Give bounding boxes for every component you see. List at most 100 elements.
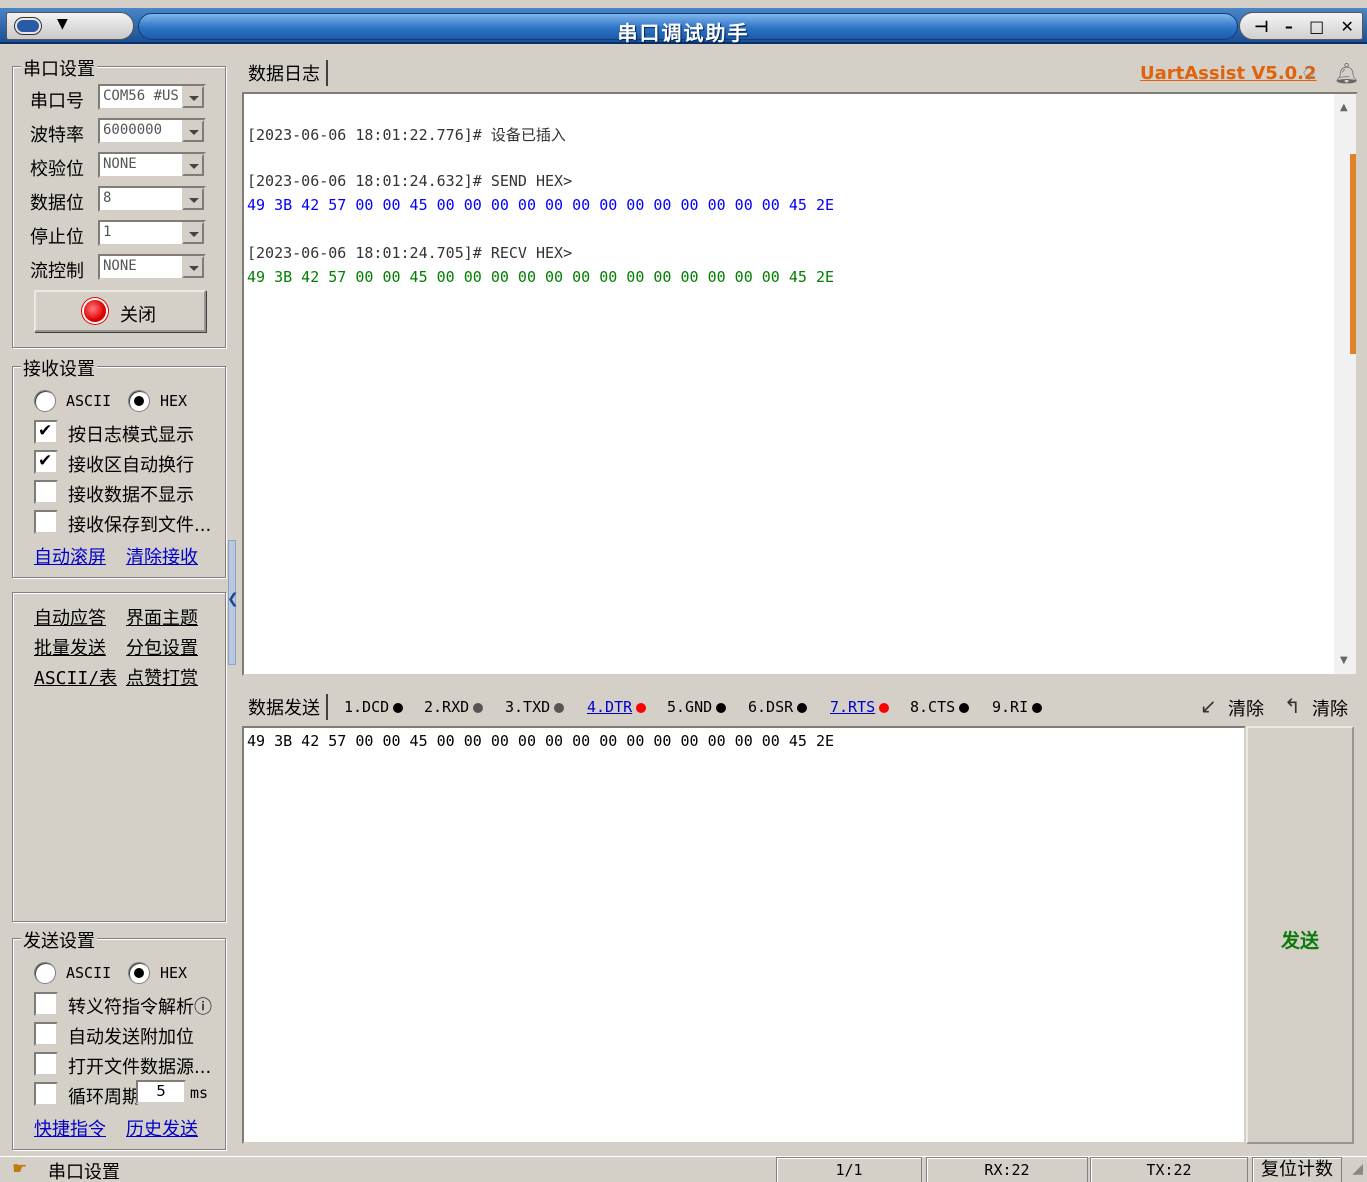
- minimize-button[interactable]: –: [1285, 17, 1293, 36]
- collapse-left-icon[interactable]: ❮: [227, 591, 239, 607]
- pin-status-item[interactable]: 4.DTR: [587, 698, 647, 716]
- port-row-value: NONE: [103, 258, 137, 274]
- tab-data-send[interactable]: 数据发送: [242, 694, 328, 720]
- pin-label: 6.DSR: [748, 698, 794, 716]
- dropdown-arrow-icon[interactable]: [182, 154, 204, 176]
- clear-send-icon[interactable]: ↙: [1200, 694, 1217, 718]
- pin-indicator-icon: [716, 702, 727, 713]
- reset-count-button[interactable]: 复位计数: [1252, 1157, 1342, 1182]
- port-row-value: 1: [103, 224, 112, 240]
- port-row-label: 波特率: [30, 125, 84, 146]
- port-row-select[interactable]: COM56 #US: [98, 84, 206, 110]
- send-option-checkbox[interactable]: [34, 1082, 58, 1106]
- pin-label: 5.GND: [667, 698, 713, 716]
- scroll-thumb[interactable]: [1350, 154, 1356, 354]
- version-link[interactable]: UartAssist V5.0.2: [1140, 63, 1317, 84]
- send-settings-title: 发送设置: [21, 927, 97, 953]
- port-row-select[interactable]: NONE: [98, 152, 206, 178]
- send-hex-radio[interactable]: [128, 962, 150, 984]
- status-tx-count: TX:22: [1090, 1157, 1248, 1182]
- port-row-value: NONE: [103, 156, 137, 172]
- tool-link[interactable]: 界面主题: [126, 604, 198, 630]
- log-line: [2023-06-06 18:01:22.776]# 设备已插入: [247, 126, 566, 144]
- dropdown-arrow-icon[interactable]: [182, 222, 204, 244]
- window-title: 串口调试助手: [617, 21, 750, 45]
- tool-link[interactable]: 点赞打赏: [126, 664, 198, 690]
- recv-option-checkbox[interactable]: [34, 510, 58, 534]
- panel-splitter[interactable]: ❮: [227, 540, 239, 665]
- clear-all-button[interactable]: 清除: [1312, 695, 1348, 721]
- tool-link[interactable]: ASCII/表: [34, 664, 117, 690]
- send-option-checkbox[interactable]: [34, 1022, 58, 1046]
- pin-indicator-icon: [554, 702, 565, 713]
- send-hex-label: HEX: [160, 964, 188, 982]
- send-option-checkbox-label: 打开文件数据源...: [68, 1057, 212, 1078]
- pin-label: 9.RI: [992, 698, 1029, 716]
- recv-option-checkbox-label: 接收区自动换行: [68, 455, 194, 476]
- port-row-select[interactable]: 1: [98, 220, 206, 246]
- log-line: [2023-06-06 18:01:24.705]# RECV HEX>: [247, 244, 573, 262]
- pin-label: 7.RTS: [830, 698, 876, 716]
- send-option-checkbox[interactable]: [34, 992, 58, 1016]
- pin-indicator-icon: [1032, 702, 1043, 713]
- shortcut-commands-link[interactable]: 快捷指令: [34, 1115, 106, 1141]
- tab-data-log[interactable]: 数据日志: [242, 60, 328, 86]
- dropdown-arrow-icon[interactable]: [182, 120, 204, 142]
- auto-scroll-link[interactable]: 自动滚屏: [34, 543, 106, 569]
- port-row-select[interactable]: NONE: [98, 254, 206, 280]
- hand-pointer-icon: ☛: [12, 1159, 28, 1179]
- tool-link[interactable]: 分包设置: [126, 634, 198, 660]
- period-unit: ms: [190, 1084, 209, 1102]
- clear-recv-link[interactable]: 清除接收: [126, 543, 198, 569]
- recv-ascii-label: ASCII: [66, 392, 112, 410]
- pin-status-item: 5.GND: [667, 698, 727, 716]
- status-bar: ☛ 串口设置 1/1 RX:22 TX:22 复位计数 ◢: [0, 1156, 1367, 1182]
- recv-option-checkbox-label: 按日志模式显示: [68, 425, 194, 446]
- period-value: 5: [156, 1082, 166, 1100]
- send-button[interactable]: 发送: [1246, 726, 1354, 1144]
- receive-log-area[interactable]: [2023-06-06 18:01:22.776]# 设备已插入 [2023-06…: [242, 92, 1358, 676]
- period-input[interactable]: 5: [136, 1080, 186, 1104]
- pin-icon[interactable]: ⊣: [1254, 17, 1269, 36]
- clear-send-button[interactable]: 清除: [1228, 695, 1264, 721]
- send-input-area[interactable]: 49 3B 42 57 00 00 45 00 00 00 00 00 00 0…: [242, 726, 1246, 1144]
- log-scrollbar[interactable]: ▲ ▼: [1334, 94, 1356, 674]
- tool-link[interactable]: 批量发送: [34, 634, 106, 660]
- send-option-checkbox[interactable]: [34, 1052, 58, 1076]
- pin-label: 4.DTR: [587, 698, 633, 716]
- pin-status-item[interactable]: 7.RTS: [830, 698, 890, 716]
- recv-ascii-radio[interactable]: [34, 390, 56, 412]
- pin-status-item: 8.CTS: [910, 698, 970, 716]
- pin-status-item: 1.DCD: [344, 698, 404, 716]
- status-rx-count: RX:22: [926, 1157, 1088, 1182]
- recv-option-checkbox[interactable]: [34, 480, 58, 504]
- close-button[interactable]: ✕: [1340, 17, 1353, 36]
- bell-icon[interactable]: 🔔︎: [1334, 61, 1359, 85]
- dropdown-arrow-icon[interactable]: [182, 188, 204, 210]
- pin-status-item: 6.DSR: [748, 698, 808, 716]
- send-option-checkbox-label: 循环周期: [68, 1087, 140, 1108]
- port-settings-title: 串口设置: [21, 55, 97, 81]
- clear-all-icon[interactable]: ↰: [1284, 694, 1301, 718]
- dropdown-arrow-icon[interactable]: [182, 86, 204, 108]
- resize-grip-icon[interactable]: ◢: [1352, 1161, 1363, 1177]
- scroll-up-icon[interactable]: ▲: [1340, 102, 1348, 113]
- pin-label: 3.TXD: [505, 698, 551, 716]
- open-close-port-button[interactable]: 关闭: [34, 290, 206, 332]
- send-content: 49 3B 42 57 00 00 45 00 00 00 00 00 00 0…: [247, 732, 834, 750]
- maximize-button[interactable]: □: [1309, 17, 1324, 36]
- port-row-select[interactable]: 8: [98, 186, 206, 212]
- recv-option-checkbox[interactable]: [34, 450, 58, 474]
- port-row-select[interactable]: 6000000: [98, 118, 206, 144]
- port-row-label: 停止位: [30, 227, 84, 248]
- diamond-icon[interactable]: ♢: [1300, 61, 1318, 85]
- scroll-down-icon[interactable]: ▼: [1340, 655, 1348, 666]
- send-ascii-radio[interactable]: [34, 962, 56, 984]
- recv-hex-radio[interactable]: [128, 390, 150, 412]
- recv-hex-label: HEX: [160, 392, 188, 410]
- tool-link[interactable]: 自动应答: [34, 604, 106, 630]
- port-row-value: 8: [103, 190, 112, 206]
- recv-option-checkbox[interactable]: [34, 420, 58, 444]
- dropdown-arrow-icon[interactable]: [182, 256, 204, 278]
- history-send-link[interactable]: 历史发送: [126, 1115, 198, 1141]
